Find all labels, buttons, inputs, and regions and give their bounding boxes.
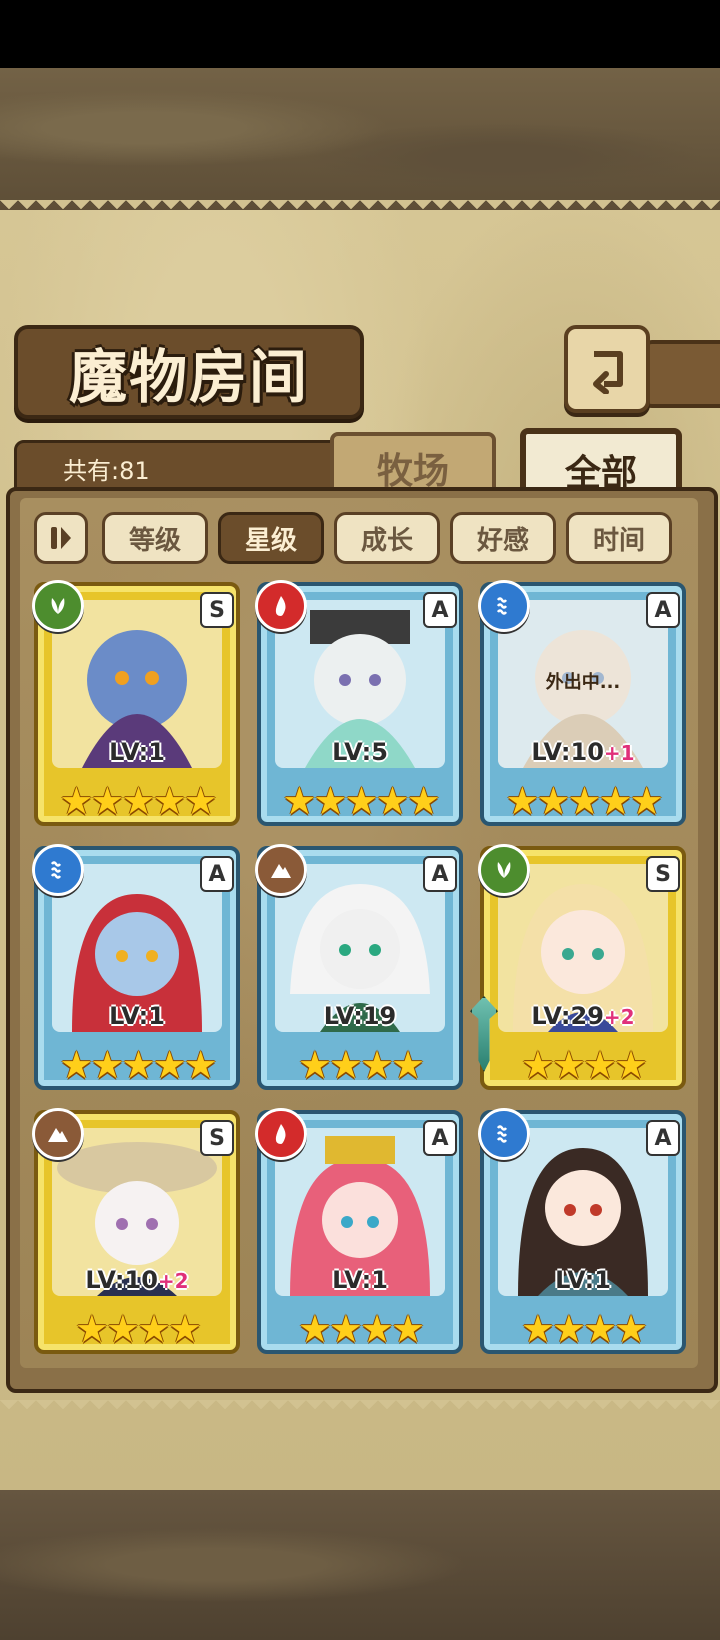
star-rating: ★★★★★	[59, 779, 217, 823]
monster-level: LV:5	[332, 738, 388, 766]
monster-card[interactable]: S LV:1 ★★★★★	[32, 580, 240, 826]
rank-badge: S	[646, 856, 680, 892]
rank-badge: A	[646, 592, 680, 628]
rank-badge: S	[200, 1120, 234, 1156]
rank-badge: A	[423, 1120, 457, 1156]
monster-card[interactable]: S LV:29+2 ★★★★	[470, 844, 686, 1090]
rank-badge: A	[646, 1120, 680, 1156]
monster-card[interactable]: A LV:1 ★★★★★	[32, 844, 240, 1090]
star-rating: ★★★★	[520, 1043, 648, 1087]
rank-badge: A	[200, 856, 234, 892]
away-status: 外出中...	[545, 672, 621, 693]
water-element-icon	[478, 1108, 530, 1160]
rank-badge: S	[200, 592, 234, 628]
sort-affinity-button[interactable]: 好感	[450, 512, 556, 564]
status-bar	[0, 0, 720, 68]
earth-element-icon	[255, 844, 307, 896]
sort-growth-button[interactable]: 成长	[334, 512, 440, 564]
grass-element-icon	[32, 580, 84, 632]
star-rating: ★★★★	[297, 1043, 425, 1087]
map-background-top	[0, 68, 720, 218]
star-rating: ★★★★★	[282, 779, 440, 823]
back-button-tail	[642, 340, 720, 408]
grass-element-icon	[478, 844, 530, 896]
panel-edge-top	[0, 200, 720, 218]
earth-element-icon	[32, 1108, 84, 1160]
sort-time-button[interactable]: 时间	[566, 512, 672, 564]
monster-card[interactable]: 外出中... A LV:10+1 ★★★★★	[478, 580, 686, 826]
fire-element-icon	[255, 1108, 307, 1160]
monster-level: LV:29+2	[531, 1002, 635, 1030]
monster-card[interactable]: A LV:1 ★★★★	[255, 1108, 463, 1354]
monster-level: LV:1	[555, 1266, 611, 1294]
monster-card[interactable]: A LV:19 ★★★★	[255, 844, 463, 1090]
sort-toggle-icon	[51, 527, 71, 549]
monster-count: 共有:81	[63, 457, 150, 485]
sort-stars-button[interactable]: 星级	[218, 512, 324, 564]
monster-level: LV:1	[109, 1002, 165, 1030]
star-rating: ★★★★	[297, 1307, 425, 1351]
monster-level: LV:19	[323, 1002, 397, 1030]
water-element-icon	[478, 580, 530, 632]
page-title: 魔物房间	[68, 343, 309, 411]
monster-level: LV:10+1	[531, 738, 635, 766]
monster-card[interactable]: S LV:10+2 ★★★★	[32, 1108, 240, 1354]
star-rating: ★★★★★	[59, 1043, 217, 1087]
star-rating: ★★★★★	[505, 779, 663, 823]
water-element-icon	[32, 844, 84, 896]
panel-edge-bottom	[0, 1400, 720, 1418]
title-plate: 魔物房间	[14, 325, 364, 419]
monster-card[interactable]: A LV:1 ★★★★	[478, 1108, 686, 1354]
rank-badge: A	[423, 592, 457, 628]
star-rating: ★★★★	[74, 1307, 202, 1351]
rank-badge: A	[423, 856, 457, 892]
sort-order-toggle[interactable]	[34, 512, 88, 564]
back-button[interactable]	[564, 325, 650, 413]
map-background-bottom	[0, 1490, 720, 1640]
sort-level-button[interactable]: 等级	[102, 512, 208, 564]
monster-card[interactable]: A LV:5 ★★★★★	[255, 580, 463, 826]
star-rating: ★★★★	[520, 1307, 648, 1351]
return-icon	[593, 351, 623, 394]
monster-level: LV:1	[109, 738, 165, 766]
fire-element-icon	[255, 580, 307, 632]
monster-level: LV:1	[332, 1266, 388, 1294]
monster-level: LV:10+2	[85, 1266, 189, 1294]
